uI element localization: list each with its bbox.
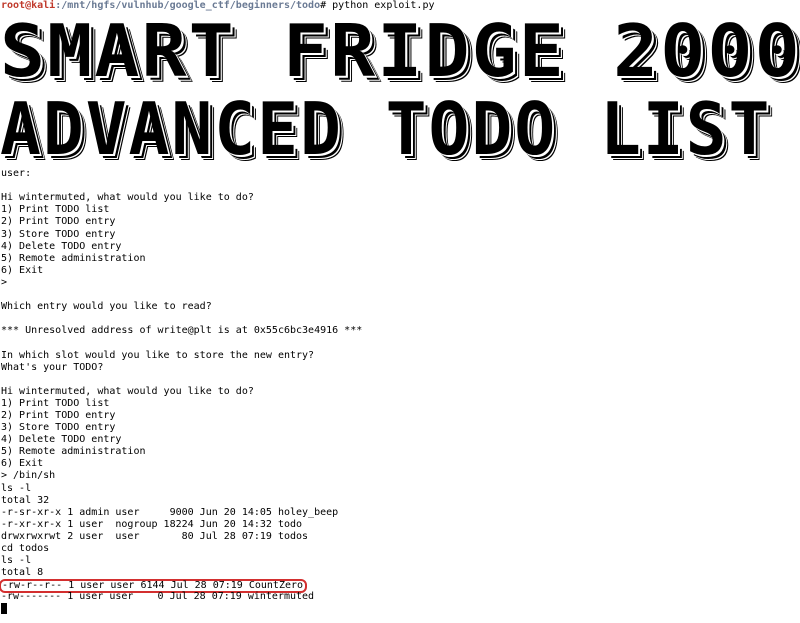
output-line: 2) Print TODO entry xyxy=(1,216,116,228)
output-line: > /bin/sh xyxy=(1,470,56,482)
output-line: 1) Print TODO list xyxy=(1,397,110,409)
output-line: Which entry would you like to read? xyxy=(1,301,212,313)
output-line: 6) Exit xyxy=(1,264,44,276)
output-line: ls -l xyxy=(1,555,32,567)
banner-title-2: ADVANCED TODO LIST xyxy=(0,87,772,172)
banner-title-1: SMART FRIDGE 2000 xyxy=(0,9,800,94)
output-line: 1) Print TODO list xyxy=(1,204,110,216)
banner-line-1: SMART FRIDGE 2000 xyxy=(0,12,800,90)
output-line: user: xyxy=(1,168,32,180)
output-line: > xyxy=(1,276,8,288)
output-line: What's your TODO? xyxy=(1,361,104,373)
output-line: 4) Delete TODO entry xyxy=(1,240,122,252)
output-line: total 32 xyxy=(1,494,50,506)
output-line: 5) Remote administration xyxy=(1,252,146,264)
output-line: cd todos xyxy=(1,543,50,554)
output-line: -rw------- 1 user user 0 Jul 28 07:19 wi… xyxy=(1,591,315,603)
terminal-cursor xyxy=(1,603,7,615)
output-line: 4) Delete TODO entry xyxy=(1,434,122,446)
output-line: 2) Print TODO entry xyxy=(1,409,116,421)
output-line: ls -l xyxy=(1,482,32,494)
output-line: 6) Exit xyxy=(1,458,44,470)
output-line: 3) Store TODO entry xyxy=(1,422,116,434)
output-line: Hi wintermuted, what would you like to d… xyxy=(1,385,254,397)
output-line: In which slot would you like to store th… xyxy=(1,349,315,361)
highlighted-output-line: -rw-r--r-- 1 user user 6144 Jul 28 07:19… xyxy=(0,579,800,594)
output-line: 3) Store TODO entry xyxy=(1,228,116,240)
input-line[interactable] xyxy=(0,603,800,615)
output-line: -r-sr-xr-x 1 admin user 9000 Jun 20 14:0… xyxy=(1,506,339,518)
output-line: 5) Remote administration xyxy=(1,446,146,458)
output-line: *** Unresolved address of write@plt is a… xyxy=(1,325,363,337)
terminal-output-after: -rw------- 1 user user 0 Jul 28 07:19 wi… xyxy=(0,591,800,603)
terminal-output: user: Hi wintermuted, what would you like… xyxy=(0,168,800,579)
output-line: Hi wintermuted, what would you like to d… xyxy=(1,192,254,204)
terminal-window[interactable]: root@kali:/mnt/hgfs/vulnhub/google_ctf/b… xyxy=(0,0,800,623)
output-line: -r-xr-xr-x 1 user nogroup 18224 Jun 20 1… xyxy=(1,518,303,530)
output-line: drwxrwxrwt 2 user user 80 Jul 28 07:19 t… xyxy=(1,530,309,542)
output-line: total 8 xyxy=(1,567,44,579)
banner-line-2: ADVANCED TODO LIST xyxy=(0,90,800,168)
